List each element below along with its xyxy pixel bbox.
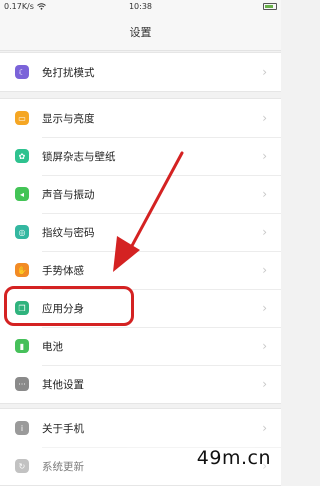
annotation-arrow: [113, 151, 184, 272]
watermark: 49m.cn: [196, 447, 271, 469]
